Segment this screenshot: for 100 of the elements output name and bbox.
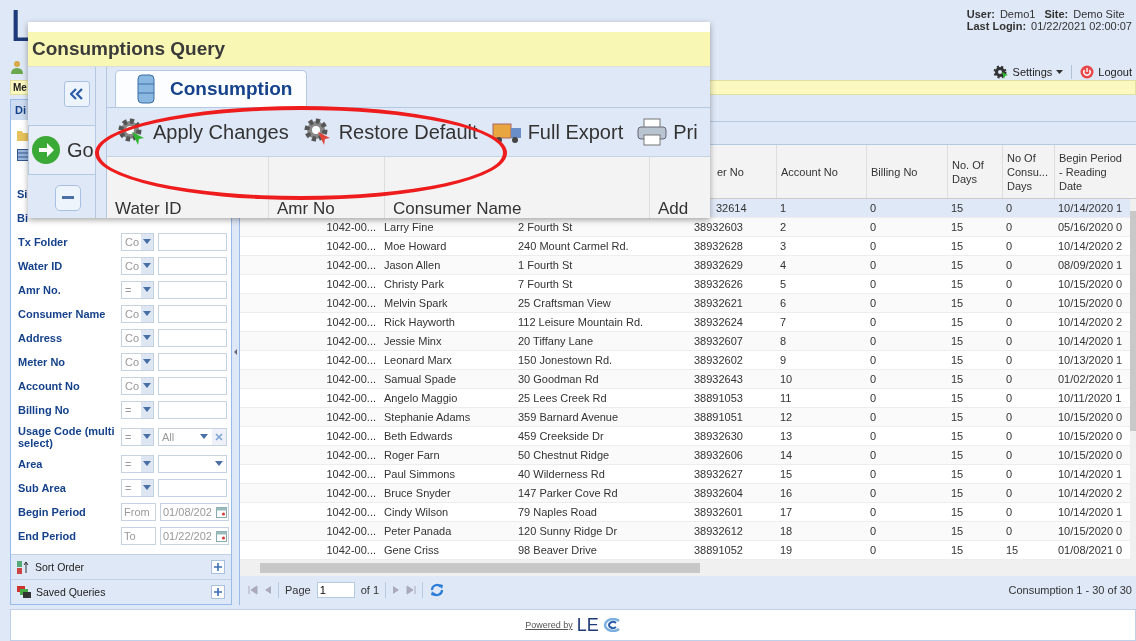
column-header[interactable]: Water ID xyxy=(107,157,269,218)
filter-input[interactable] xyxy=(158,329,227,347)
table-cell: 0 xyxy=(870,297,877,309)
caret-icon xyxy=(143,359,151,365)
table-cell: 15 xyxy=(951,335,964,347)
refresh-icon[interactable] xyxy=(429,582,446,598)
table-cell: Samual Spade xyxy=(384,373,457,385)
table-cell: 1042-00... xyxy=(326,506,376,518)
logout-button[interactable]: Logout xyxy=(1080,65,1132,79)
table-cell: 0 xyxy=(870,430,877,442)
table-cell: Cindy Wilson xyxy=(384,506,449,518)
table-row[interactable]: 1042-00... Jessie Minx 20 Tiffany Lane 38932607 8 0 15 0 10/14/2020 1 xyxy=(240,332,1130,351)
site-label: Site: xyxy=(1044,8,1069,20)
table-cell: 1 xyxy=(780,202,787,214)
table-cell: Bruce Snyder xyxy=(384,487,451,499)
column-header[interactable]: Amr No xyxy=(269,157,385,218)
export-button[interactable]: Full Export xyxy=(491,119,624,145)
table-cell: 38932627 xyxy=(694,468,743,480)
filter-input[interactable] xyxy=(158,401,227,419)
table-cell: 38932629 xyxy=(694,259,743,271)
minus-button[interactable] xyxy=(55,185,81,211)
table-cell: 4 xyxy=(780,259,787,271)
table-row[interactable]: 1042-00... Stephanie Adams 359 Barnard Avenue 38891051 12 0 15 0 10/15/2020 0 xyxy=(240,408,1130,427)
column-header[interactable]: Begin Period - Reading Date xyxy=(1054,145,1130,198)
record-count: Consumption 1 - 30 of 30 xyxy=(1008,584,1132,596)
table-cell: 01/08/2021 0 xyxy=(1058,544,1123,556)
settings-button[interactable]: Settings xyxy=(992,65,1064,79)
site-name: Demo Site xyxy=(1073,8,1125,20)
collapsed-section[interactable]: Sort Order xyxy=(11,554,231,579)
go-button[interactable]: Go xyxy=(28,125,96,175)
table-cell: 0 xyxy=(870,202,877,214)
dropdown-field[interactable] xyxy=(158,455,227,473)
double-chevron-icon xyxy=(70,88,84,100)
clear-icon[interactable] xyxy=(215,433,223,441)
column-header[interactable]: Billing No xyxy=(866,145,947,198)
next-page-icon[interactable] xyxy=(392,585,401,595)
table-cell: 30 Goodman Rd xyxy=(518,373,599,385)
folder-icon[interactable] xyxy=(17,130,29,141)
table-cell: 0 xyxy=(870,221,877,233)
filter-input[interactable] xyxy=(158,479,227,497)
filter-input[interactable] xyxy=(158,305,227,323)
window-title: Consumptions Query xyxy=(32,38,226,60)
table-cell: 38932607 xyxy=(694,335,743,347)
first-page-icon[interactable] xyxy=(248,585,258,595)
apply-button[interactable]: Apply Changes xyxy=(117,117,289,147)
horizontal-scrollbar[interactable] xyxy=(240,560,1136,576)
table-row[interactable]: 1042-00... Peter Panada 120 Sunny Ridge Dr 38932612 18 0 15 0 10/15/2020 0 xyxy=(240,522,1130,541)
date-qualifier-field[interactable]: From xyxy=(121,503,156,521)
table-cell: 0 xyxy=(1006,335,1013,347)
table-row[interactable]: 1042-00... Bruce Snyder 147 Parker Cove Rd 38932604 16 0 15 0 10/14/2020 2 xyxy=(240,484,1130,503)
table-cell: 147 Parker Cove Rd xyxy=(518,487,618,499)
column-header[interactable]: No Of Consu... Days xyxy=(1002,145,1054,198)
calendar-icon[interactable] xyxy=(216,506,227,518)
date-qualifier-field[interactable]: To xyxy=(121,527,156,545)
table-cell: 1042-00... xyxy=(326,487,376,499)
table-cell: 10/14/2020 2 xyxy=(1058,487,1123,499)
filter-input[interactable] xyxy=(158,281,227,299)
column-header[interactable]: No. Of Days xyxy=(947,145,1002,198)
table-cell: 1042-00... xyxy=(326,449,376,461)
table-cell: 0 xyxy=(870,354,877,366)
table-cell: 38932630 xyxy=(694,430,743,442)
table-cell: 1042-00... xyxy=(326,525,376,537)
table-row[interactable]: 1042-00... Jason Allen 1 Fourth St 38932629 4 0 15 0 08/09/2020 1 xyxy=(240,256,1130,275)
filter-label: Meter No xyxy=(18,356,67,368)
table-cell: 38932643 xyxy=(694,373,743,385)
column-header[interactable]: Account No xyxy=(776,145,866,198)
caret-icon xyxy=(143,485,151,491)
filter-input[interactable] xyxy=(158,233,227,251)
previous-page-icon[interactable] xyxy=(264,585,272,595)
filter-input[interactable] xyxy=(158,257,227,275)
table-cell: Beth Edwards xyxy=(384,430,453,442)
table-cell: Stephanie Adams xyxy=(384,411,471,423)
filter-label: Billing No xyxy=(18,404,71,416)
restore-button[interactable]: Restore Default xyxy=(302,117,478,147)
caret-icon xyxy=(143,239,151,245)
gear-icon xyxy=(992,65,1009,79)
consumption-tab[interactable]: Consumption xyxy=(115,70,308,107)
table-cell: 17 xyxy=(780,506,793,518)
table-cell: 1 Fourth St xyxy=(518,259,573,271)
table-cell: 0 xyxy=(870,525,877,537)
table-row[interactable]: 1042-00... Roger Farn 50 Chestnut Ridge 38932606 14 0 15 0 10/15/2020 0 xyxy=(240,446,1130,465)
page-count: of 1 xyxy=(360,584,380,596)
last-page-icon[interactable] xyxy=(406,585,417,595)
filter-input[interactable] xyxy=(158,353,227,371)
table-cell: 0 xyxy=(1006,506,1013,518)
filter-input[interactable] xyxy=(158,377,227,395)
vertical-scrollbar[interactable] xyxy=(1130,199,1136,560)
table-row[interactable]: 1042-00... Melvin Spark 25 Craftsman View 38932621 6 0 15 0 10/15/2020 0 xyxy=(240,294,1130,313)
table-cell: 15 xyxy=(780,468,793,480)
page-number-field[interactable]: 1 xyxy=(316,582,355,598)
collapse-button[interactable] xyxy=(64,81,90,107)
collapsed-section[interactable]: Saved Queries xyxy=(11,579,231,604)
powered-by-link[interactable]: Powered by xyxy=(525,620,573,630)
table-row[interactable]: 1042-00... Samual Spade 30 Goodman Rd 38932643 10 0 15 0 01/02/2020 1 xyxy=(240,370,1130,389)
table-cell: Rick Hayworth xyxy=(384,316,455,328)
caret-icon xyxy=(143,407,151,413)
table-row[interactable]: 1042-00... Larry Fine 2 Fourth St 38932603 2 0 15 0 05/16/2020 0 xyxy=(240,218,1130,237)
column-header[interactable]: Consumer Name xyxy=(385,157,650,218)
calendar-icon[interactable] xyxy=(216,530,227,542)
print-button[interactable]: Pri xyxy=(637,118,698,146)
